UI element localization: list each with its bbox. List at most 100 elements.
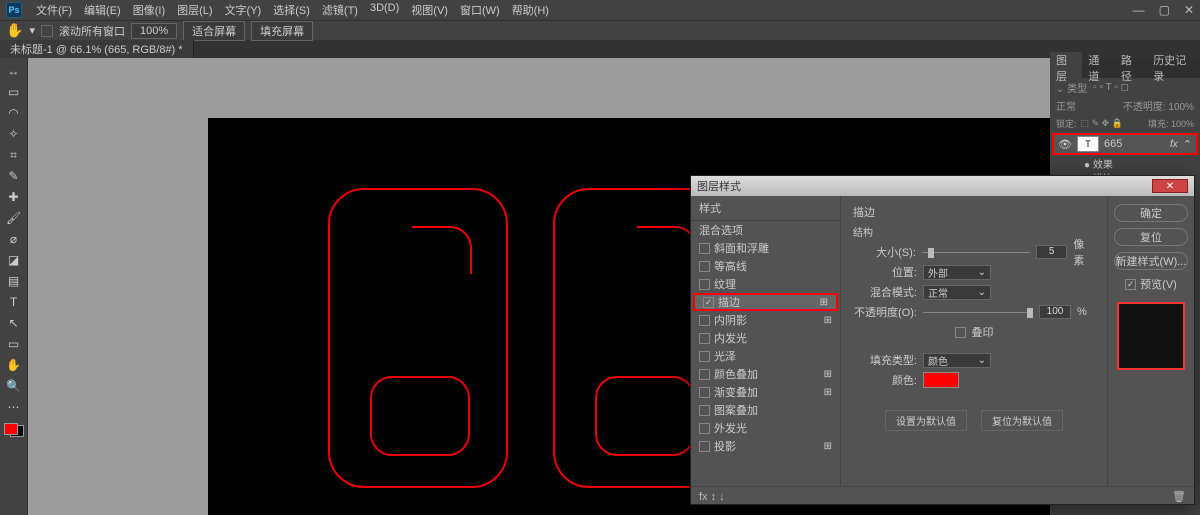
ps-logo: Ps — [6, 2, 22, 18]
menu-image[interactable]: 图像(I) — [127, 2, 171, 18]
menu-3d[interactable]: 3D(D) — [364, 2, 405, 18]
hand-tool[interactable]: ✋ — [3, 356, 25, 374]
ok-button[interactable]: 确定 — [1114, 204, 1188, 222]
size-input[interactable]: 5 — [1036, 245, 1067, 259]
opacity-unit: % — [1077, 306, 1087, 318]
chevron-down-icon: ⌄ — [978, 267, 986, 278]
crop-tool[interactable]: ⌗ — [3, 146, 25, 164]
maximize-icon[interactable]: ▢ — [1159, 3, 1170, 17]
blend-row: 正常 不透明度: 100% — [1050, 96, 1200, 114]
clone-tool[interactable]: ⌀ — [3, 230, 25, 248]
zoom-level-button[interactable]: 100% — [131, 23, 177, 39]
fx-badge[interactable]: fx — [1170, 139, 1178, 150]
more-tools[interactable]: ⋯ — [3, 398, 25, 416]
dialog-close-button[interactable]: ✕ — [1152, 179, 1188, 193]
eraser-tool[interactable]: ◪ — [3, 251, 25, 269]
size-slider[interactable] — [922, 252, 1030, 253]
menu-type[interactable]: 文字(Y) — [219, 2, 268, 18]
chevron-down-icon[interactable]: ▾ — [29, 24, 35, 37]
menu-filter[interactable]: 滤镜(T) — [316, 2, 364, 18]
marquee-tool[interactable]: ▭ — [3, 83, 25, 101]
style-outer-glow[interactable]: 外发光 — [691, 419, 840, 437]
preview-checkbox[interactable]: ✓ — [1125, 279, 1136, 290]
blend-options-row[interactable]: 混合选项 — [691, 221, 840, 239]
menu-help[interactable]: 帮助(H) — [506, 2, 555, 18]
type-tool[interactable]: T — [3, 293, 25, 311]
dialog-title: 图层样式 — [697, 178, 741, 194]
opacity-value[interactable]: 100% — [1168, 102, 1194, 113]
style-pattern-overlay[interactable]: 图案叠加 — [691, 401, 840, 419]
position-label: 位置: — [853, 264, 917, 280]
fx-icon[interactable]: fx ↕ ↓ — [699, 491, 725, 503]
menu-file[interactable]: 文件(F) — [30, 2, 78, 18]
new-style-button[interactable]: 新建样式(W)... — [1114, 252, 1188, 270]
cancel-button[interactable]: 复位 — [1114, 228, 1188, 246]
layer-thumb: T — [1077, 136, 1099, 152]
gradient-tool[interactable]: ▤ — [3, 272, 25, 290]
toolbox: ↔ ▭ ◠ ✧ ⌗ ✎ ✚ 🖌 ⌀ ◪ ▤ T ↖ ▭ ✋ 🔍 ⋯ — [0, 58, 28, 515]
brush-tool[interactable]: 🖌 — [3, 209, 25, 227]
move-tool[interactable]: ↔ — [3, 62, 25, 80]
overprint-checkbox[interactable] — [955, 327, 966, 338]
set-default-button[interactable]: 设置为默认值 — [885, 410, 967, 431]
blendmode-select[interactable]: 正常⌄ — [923, 285, 991, 300]
menus: 文件(F) 编辑(E) 图像(I) 图层(L) 文字(Y) 选择(S) 滤镜(T… — [30, 2, 555, 18]
lasso-tool[interactable]: ◠ — [3, 104, 25, 122]
style-satin[interactable]: 光泽 — [691, 347, 840, 365]
style-settings: 描边 结构 大小(S): 5 像素 位置: 外部⌄ 混合模式: 正常⌄ 不透明度… — [841, 196, 1108, 486]
magic-wand-tool[interactable]: ✧ — [3, 125, 25, 143]
dialog-buttons: 确定 复位 新建样式(W)... ✓ 预览(V) — [1108, 196, 1194, 486]
style-inner-glow[interactable]: 内发光 — [691, 329, 840, 347]
menu-bar: Ps 文件(F) 编辑(E) 图像(I) 图层(L) 文字(Y) 选择(S) 滤… — [0, 0, 1200, 20]
filltype-label: 填充类型: — [853, 352, 917, 368]
hand-tool-icon[interactable]: ✋ — [6, 22, 23, 39]
healing-tool[interactable]: ✚ — [3, 188, 25, 206]
layer-665[interactable]: 👁 T 665 fx⌃ — [1052, 133, 1198, 155]
menu-layer[interactable]: 图层(L) — [171, 2, 218, 18]
opacity-input[interactable]: 100 — [1039, 305, 1071, 319]
eye-icon[interactable]: 👁 — [1058, 138, 1072, 151]
style-color-overlay[interactable]: 颜色叠加⊞ — [691, 365, 840, 383]
eyedropper-tool[interactable]: ✎ — [3, 167, 25, 185]
layer-style-dialog: 图层样式 ✕ 样式 混合选项 斜面和浮雕 等高线 纹理 ✓描边⊞ 内阴影⊞ 内发… — [690, 175, 1195, 505]
reset-default-button[interactable]: 复位为默认值 — [981, 410, 1063, 431]
style-drop-shadow[interactable]: 投影⊞ — [691, 437, 840, 455]
panel-tabs: 图层 通道 路径 历史记录 — [1050, 58, 1200, 78]
zoom-tool[interactable]: 🔍 — [3, 377, 25, 395]
styles-header: 样式 — [691, 196, 840, 221]
style-bevel[interactable]: 斜面和浮雕 — [691, 239, 840, 257]
trash-icon[interactable]: 🗑 — [1172, 490, 1186, 503]
color-swatches[interactable] — [4, 423, 24, 437]
chevron-down-icon: ⌄ — [978, 355, 986, 366]
blend-mode-select[interactable]: 正常 — [1056, 98, 1076, 113]
style-texture[interactable]: 纹理 — [691, 275, 840, 293]
size-label: 大小(S): — [853, 244, 916, 260]
fit-screen-button[interactable]: 适合屏幕 — [183, 21, 245, 41]
menu-window[interactable]: 窗口(W) — [454, 2, 506, 18]
plus-icon[interactable]: ⊞ — [820, 297, 828, 308]
filltype-select[interactable]: 颜色⌄ — [923, 353, 991, 368]
layer-filter[interactable]: ⌄ 类型▫ ▫ T ▫ ◻ — [1050, 78, 1200, 96]
style-stroke[interactable]: ✓描边⊞ — [693, 293, 838, 311]
chevron-down-icon[interactable]: ⌃ — [1183, 138, 1192, 151]
style-contour[interactable]: 等高线 — [691, 257, 840, 275]
minimize-icon[interactable]: — — [1133, 3, 1145, 17]
opacity-slider[interactable] — [923, 312, 1033, 313]
style-gradient-overlay[interactable]: 渐变叠加⊞ — [691, 383, 840, 401]
path-tool[interactable]: ↖ — [3, 314, 25, 332]
chevron-down-icon: ⌄ — [978, 287, 986, 298]
dialog-title-bar[interactable]: 图层样式 ✕ — [691, 176, 1194, 196]
color-swatch[interactable] — [923, 372, 959, 388]
color-label: 颜色: — [853, 372, 917, 388]
document-tab[interactable]: 未标题-1 @ 66.1% (665, RGB/8#) * — [0, 40, 194, 58]
section-title: 描边 — [853, 204, 1095, 220]
menu-edit[interactable]: 编辑(E) — [78, 2, 127, 18]
position-select[interactable]: 外部⌄ — [923, 265, 991, 280]
menu-view[interactable]: 视图(V) — [405, 2, 454, 18]
shape-tool[interactable]: ▭ — [3, 335, 25, 353]
close-icon[interactable]: ✕ — [1184, 3, 1194, 17]
menu-select[interactable]: 选择(S) — [267, 2, 316, 18]
fill-screen-button[interactable]: 填充屏幕 — [251, 21, 313, 41]
style-inner-shadow[interactable]: 内阴影⊞ — [691, 311, 840, 329]
scroll-all-checkbox[interactable] — [41, 25, 53, 37]
